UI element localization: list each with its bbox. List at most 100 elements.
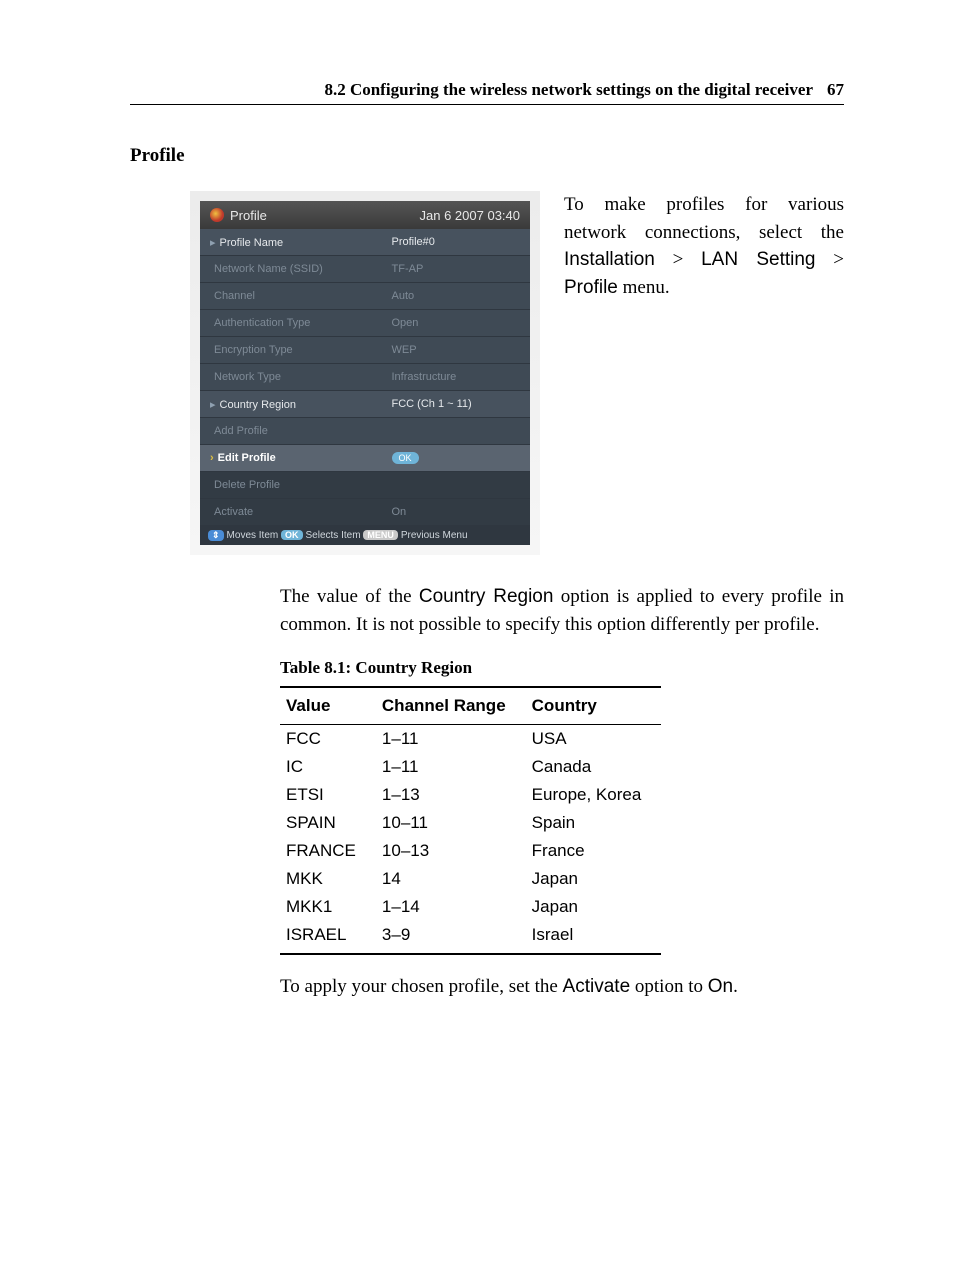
help-moves: Moves Item xyxy=(227,530,279,541)
row-arrow-icon: ▸ xyxy=(210,237,216,249)
screenshot-titlebar: Profile Jan 6 2007 03:40 xyxy=(200,201,530,229)
table-row: MKK11–14Japan xyxy=(280,893,661,921)
profile-menu-row: Encryption TypeWEP xyxy=(200,337,530,364)
page-number: 67 xyxy=(827,80,844,99)
help-selects: Selects Item xyxy=(306,530,361,541)
table-cell: 1–11 xyxy=(376,725,526,754)
menu-path-3: Profile xyxy=(564,277,618,298)
row-value: OK xyxy=(382,445,531,472)
table-cell: USA xyxy=(526,725,662,754)
table-cell: 10–11 xyxy=(376,809,526,837)
header-section: 8.2 Configuring the wireless network set… xyxy=(324,80,813,99)
table-cell: Canada xyxy=(526,753,662,781)
table-cell: IC xyxy=(280,753,376,781)
table-cell: 1–13 xyxy=(376,781,526,809)
running-header: 8.2 Configuring the wireless network set… xyxy=(130,80,844,105)
row-label: Authentication Type xyxy=(214,317,310,329)
table-cell: ETSI xyxy=(280,781,376,809)
table-cell: 14 xyxy=(376,865,526,893)
row-arrow-icon: › xyxy=(210,452,214,464)
profile-menu-row: ChannelAuto xyxy=(200,283,530,310)
row-value xyxy=(382,418,531,445)
paragraph-country-region: The value of the Country Region option i… xyxy=(280,583,844,638)
screenshot-helpbar: ⇕Moves Item OKSelects Item MENUPrevious … xyxy=(200,526,530,545)
p2e: . xyxy=(733,976,738,997)
menu-badge-icon: MENU xyxy=(363,530,398,540)
p1b: Country Region xyxy=(419,586,554,607)
row-value: Profile#0 xyxy=(382,229,531,256)
table-caption: Table 8.1: Country Region xyxy=(280,658,844,678)
profile-menu-row: Activate On xyxy=(200,499,530,526)
row-label: Delete Profile xyxy=(214,479,280,491)
gt2: > xyxy=(816,249,844,270)
profile-menu-row: ▸Country RegionFCC (Ch 1 ~ 11) xyxy=(200,391,530,418)
table-cell: Japan xyxy=(526,893,662,921)
p2b: Activate xyxy=(563,976,631,997)
row-value: FCC (Ch 1 ~ 11) xyxy=(382,391,531,418)
figure-row: Profile Jan 6 2007 03:40 ▸ Profile Name Pr… xyxy=(190,191,844,555)
profile-menu-row: Add Profile xyxy=(200,418,530,445)
gt1: > xyxy=(655,249,701,270)
profile-menu-row: Network Type Infrastructure xyxy=(200,364,530,391)
paragraph-activate: To apply your chosen profile, set the Ac… xyxy=(280,973,844,1001)
th-value: Value xyxy=(280,687,376,725)
table-row: IC1–11Canada xyxy=(280,753,661,781)
row-value: Infrastructure xyxy=(382,364,531,391)
side-paragraph: To make profiles for various network con… xyxy=(564,191,844,301)
table-cell: Japan xyxy=(526,865,662,893)
p2c: option to xyxy=(630,976,708,997)
row-label: Profile Name xyxy=(220,237,284,249)
th-country: Country xyxy=(526,687,662,725)
table-row: ISRAEL3–9Israel xyxy=(280,921,661,954)
row-label: Edit Profile xyxy=(218,452,276,464)
screenshot-clock: Jan 6 2007 03:40 xyxy=(420,208,520,223)
ok-pill: OK xyxy=(392,452,419,464)
side-text-pre: To make profiles for various network con… xyxy=(564,194,844,243)
profile-menu-table: ▸Profile NameProfile#0Network Name (SSID… xyxy=(200,229,530,526)
row-label: Add Profile xyxy=(214,425,268,437)
profile-menu-row: Delete Profile xyxy=(200,472,530,499)
row-label: Encryption Type xyxy=(214,344,293,356)
table-cell: ISRAEL xyxy=(280,921,376,954)
table-cell: FCC xyxy=(280,725,376,754)
country-region-table: Value Channel Range Country FCC1–11USAIC… xyxy=(280,686,661,955)
row-value: Open xyxy=(382,310,531,337)
menu-path-1: Installation xyxy=(564,249,655,270)
table-row: FRANCE10–13France xyxy=(280,837,661,865)
row-label: Activate xyxy=(214,506,253,518)
profile-menu-row: › Edit Profile OK xyxy=(200,445,530,472)
profile-menu-row: Authentication Type Open xyxy=(200,310,530,337)
profile-menu-row: ▸ Profile Name Profile#0 xyxy=(200,229,530,256)
table-row: SPAIN10–11Spain xyxy=(280,809,661,837)
row-label: Network Name (SSID) xyxy=(214,263,323,275)
p2d: On xyxy=(708,976,733,997)
section-heading: Profile xyxy=(130,145,844,167)
help-previous: Previous Menu xyxy=(401,530,468,541)
table-cell: FRANCE xyxy=(280,837,376,865)
ok-badge-icon: OK xyxy=(281,530,303,540)
table-cell: 1–14 xyxy=(376,893,526,921)
table-cell: MKK xyxy=(280,865,376,893)
th-range: Channel Range xyxy=(376,687,526,725)
table-cell: France xyxy=(526,837,662,865)
table-cell: 3–9 xyxy=(376,921,526,954)
row-value xyxy=(382,472,531,499)
arrows-icon: ⇕ xyxy=(208,530,224,541)
row-value: On xyxy=(382,499,531,526)
table-cell: SPAIN xyxy=(280,809,376,837)
row-label: Network Type xyxy=(214,371,281,383)
table-cell: MKK1 xyxy=(280,893,376,921)
table-row: FCC1–11USA xyxy=(280,725,661,754)
side-text-post: menu. xyxy=(618,277,670,298)
p1a: The value of the xyxy=(280,586,419,607)
page: 8.2 Configuring the wireless network set… xyxy=(0,0,954,1272)
profile-screenshot: Profile Jan 6 2007 03:40 ▸ Profile Name Pr… xyxy=(190,191,540,555)
p2a: To apply your chosen profile, set the xyxy=(280,976,563,997)
profile-menu-row: Network Name (SSID)TF-AP xyxy=(200,256,530,283)
app-logo-icon xyxy=(210,208,224,222)
row-label: Channel xyxy=(214,290,255,302)
table-cell: 1–11 xyxy=(376,753,526,781)
row-arrow-icon: ▸ xyxy=(210,399,216,411)
table-row: MKK14Japan xyxy=(280,865,661,893)
table-row: ETSI1–13Europe, Korea xyxy=(280,781,661,809)
